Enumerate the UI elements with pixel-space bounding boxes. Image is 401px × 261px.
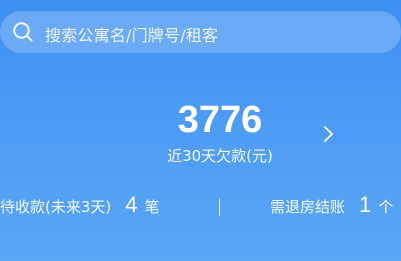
arrears-label: 近30天欠款(元): [167, 147, 273, 165]
checkout-label: 需退房结账: [270, 198, 346, 216]
chevron-right-icon[interactable]: [322, 124, 336, 144]
stats-divider: [219, 198, 220, 216]
search-bar[interactable]: 搜索公寓名/门牌号/租客: [0, 11, 401, 53]
stats-row: 待收款(未来3天) 4 笔 需退房结账 1 个: [0, 192, 401, 226]
search-icon: [13, 22, 33, 42]
checkout-stat[interactable]: 需退房结账 1 个: [270, 192, 393, 218]
arrears-amount[interactable]: 3776: [0, 98, 401, 142]
checkout-count: 1: [359, 192, 372, 217]
receivable-stat[interactable]: 待收款(未来3天) 4 笔: [0, 192, 160, 218]
receivable-count: 4: [125, 192, 138, 217]
search-placeholder[interactable]: 搜索公寓名/门牌号/租客: [45, 22, 218, 46]
checkout-unit: 个: [378, 198, 394, 216]
receivable-unit: 笔: [144, 198, 160, 216]
receivable-label: 待收款(未来3天): [0, 198, 112, 216]
